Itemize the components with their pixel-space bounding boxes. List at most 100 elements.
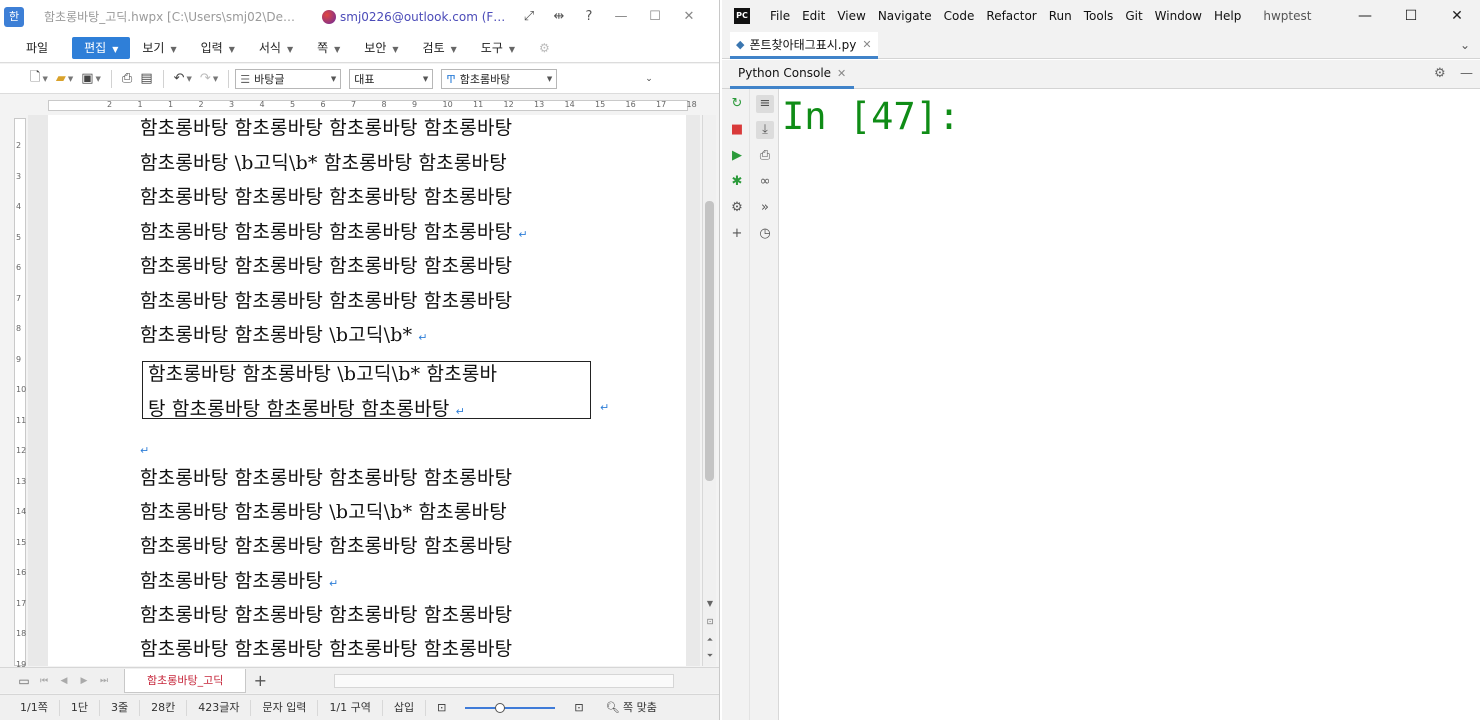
add-tab-icon[interactable]: +: [246, 671, 274, 690]
pycharm-menu-view[interactable]: View: [831, 9, 871, 23]
new-document-icon[interactable]: 🗋 ▼: [26, 67, 52, 91]
horizontal-scrollbar[interactable]: [334, 673, 675, 688]
menu-page[interactable]: 쪽 ▼: [305, 39, 352, 56]
account[interactable]: smj0226@outlook.com (F…: [322, 9, 514, 24]
horizontal-ruler[interactable]: 2 1 1 2 3 4 5 6 7 8 9 10 11 12 13 14 15 16 17 18: [48, 100, 697, 111]
pycharm-menu-git[interactable]: Git: [1119, 9, 1148, 23]
pycharm-menu-navigate[interactable]: Navigate: [872, 9, 938, 23]
debug-bug-icon[interactable]: ✱: [728, 173, 746, 191]
pycharm-menu-window[interactable]: Window: [1149, 9, 1208, 23]
add-console-icon[interactable]: +: [728, 225, 746, 243]
status-line[interactable]: 3줄: [100, 699, 141, 716]
vertical-ruler[interactable]: 2 3 4 5 6 7 8 9 10 11 12 13 14 15 16 17 18 19: [14, 118, 26, 669]
page-view-toggle-icon[interactable]: ⊡: [426, 700, 457, 716]
font-select[interactable]: Ͳ 함초롬바탕 ▼: [441, 68, 558, 89]
redo-icon[interactable]: ↷ ▼: [196, 67, 222, 91]
undo-icon[interactable]: ↶ ▼: [170, 67, 196, 91]
menu-tools[interactable]: 도구 ▼: [469, 39, 527, 56]
close-tab-icon[interactable]: ✕: [862, 38, 871, 51]
document-line[interactable]: 함초롱바탕 함초롱바탕 함초롱바탕 함초롱바탕: [140, 286, 512, 313]
document-line[interactable]: 함초롱바탕 함초롱바탕 함초롱바탕 함초롱바탕: [140, 531, 512, 558]
next-tab-icon[interactable]: ▶: [74, 676, 94, 686]
maximize-icon[interactable]: ☐: [638, 2, 672, 32]
python-console-output[interactable]: In [47]:: [780, 89, 1480, 720]
document-line[interactable]: 함초롱바탕 함초롱바탕 \b고딕\b* ↵: [140, 320, 428, 347]
settings-gear-icon[interactable]: ⚙: [1434, 66, 1446, 81]
fullscreen-icon[interactable]: ⤢: [514, 2, 544, 32]
next-page-icon[interactable]: ⏷: [704, 649, 716, 663]
menu-format[interactable]: 서식 ▼: [247, 39, 305, 56]
minimize-icon[interactable]: —: [604, 2, 638, 32]
print-icon[interactable]: ⎙: [118, 67, 136, 91]
menu-review[interactable]: 검토 ▼: [411, 39, 469, 56]
document-line[interactable]: 함초롱바탕 함초롱바탕 함초롱바탕 함초롱바탕: [140, 463, 512, 490]
execute-icon[interactable]: ▶: [728, 147, 746, 165]
zoom-slider-knob[interactable]: [495, 702, 506, 713]
zoom-slider[interactable]: [465, 702, 556, 713]
python-console-tab[interactable]: Python Console ✕: [730, 60, 855, 89]
tab-list-icon[interactable]: ⌄: [1460, 38, 1470, 52]
pycharm-menu-help[interactable]: Help: [1208, 9, 1247, 23]
pycharm-menu-run[interactable]: Run: [1043, 9, 1078, 23]
page-view-icon[interactable]: ⊡: [704, 615, 716, 629]
file-tab[interactable]: ◆ 폰트찾아태그표시.py ✕: [730, 32, 878, 59]
stop-icon[interactable]: ■: [728, 121, 746, 139]
maximize-icon[interactable]: ☐: [1388, 0, 1434, 32]
minimize-icon[interactable]: —: [1342, 0, 1388, 32]
pycharm-logo-icon[interactable]: PC: [734, 8, 750, 24]
scroll-to-end-icon[interactable]: ⤓: [756, 121, 774, 139]
settings-gear-icon[interactable]: ⚙: [728, 199, 746, 217]
rerun-icon[interactable]: ↻: [728, 95, 746, 113]
document-line[interactable]: 함초롱바탕 함초롱바탕 \b고딕\b* 함초롱바탕: [140, 497, 507, 524]
pycharm-menu-tools[interactable]: Tools: [1078, 9, 1120, 23]
vertical-scrollbar[interactable]: ▼ ⊡ ⏶ ⏷: [702, 115, 716, 666]
document-line[interactable]: 함초롱바탕 함초롱바탕 함초롱바탕 함초롱바탕: [140, 634, 512, 661]
status-section[interactable]: 1/1 구역: [318, 699, 383, 716]
split-view-icon[interactable]: ⇹: [544, 2, 574, 32]
pycharm-menu-refactor[interactable]: Refactor: [980, 9, 1042, 23]
menu-security[interactable]: 보안 ▼: [352, 39, 410, 56]
pycharm-menu-edit[interactable]: Edit: [796, 9, 831, 23]
scroll-down-icon[interactable]: ▼: [704, 597, 716, 611]
empty-paragraph[interactable]: ↵: [140, 437, 149, 459]
console-prompt[interactable]: In [47]:: [782, 95, 960, 138]
document-page[interactable]: 함초롱바탕 함초롱바탕 함초롱바탕 함초롱바탕함초롱바탕 \b고딕\b* 함초롱…: [48, 115, 686, 666]
close-tab-icon[interactable]: ✕: [837, 67, 846, 80]
hwp-logo-icon[interactable]: 한: [4, 6, 24, 27]
zoom-fit-button[interactable]: 🔍︎ 쪽 맞춤: [595, 700, 668, 716]
zoom-page-icon[interactable]: ⊡: [563, 700, 594, 716]
status-char-column[interactable]: 28칸: [140, 699, 188, 716]
menu-file[interactable]: 파일: [14, 39, 60, 56]
expand-toolbar-icon[interactable]: ⌄: [641, 67, 657, 91]
document-line[interactable]: 함초롱바탕 \b고딕\b* 함초롱바탕 함초롱바탕: [140, 148, 507, 175]
prev-tab-icon[interactable]: ◀: [54, 676, 74, 686]
style-select[interactable]: ☰ 바탕글 ▼: [235, 68, 342, 89]
preview-icon[interactable]: ▤: [136, 67, 156, 91]
first-tab-icon[interactable]: ⏮: [34, 676, 54, 686]
ribbon-toggle-icon[interactable]: ⚙: [527, 41, 562, 55]
open-folder-icon[interactable]: ▰ ▼: [52, 67, 77, 91]
pycharm-menu-code[interactable]: Code: [938, 9, 981, 23]
document-line[interactable]: 함초롱바탕 함초롱바탕 \b고딕\b* 함초롱바: [148, 359, 497, 386]
document-line[interactable]: 함초롱바탕 함초롱바탕 함초롱바탕 함초롱바탕: [140, 115, 512, 140]
show-variables-icon[interactable]: ∞: [756, 173, 774, 191]
status-insert-mode[interactable]: 삽입: [383, 699, 427, 716]
execute-selection-icon[interactable]: »: [756, 199, 774, 217]
status-column[interactable]: 1단: [60, 699, 100, 716]
document-line[interactable]: 함초롱바탕 함초롱바탕 ↵: [140, 566, 338, 593]
document-tab[interactable]: 함초롱바탕_고딕: [124, 668, 247, 693]
prev-page-icon[interactable]: ⏶: [704, 633, 716, 647]
sheet-view-icon[interactable]: ▭: [14, 674, 34, 688]
document-line[interactable]: 함초롱바탕 함초롱바탕 함초롱바탕 함초롱바탕: [140, 251, 512, 278]
close-icon[interactable]: ✕: [1434, 0, 1480, 32]
last-tab-icon[interactable]: ⏭: [94, 676, 114, 686]
help-icon[interactable]: ?: [574, 2, 604, 32]
document-line[interactable]: 함초롱바탕 함초롱바탕 함초롱바탕 함초롱바탕 ↵: [140, 217, 528, 244]
pycharm-menu-file[interactable]: File: [764, 9, 796, 23]
close-icon[interactable]: ✕: [672, 2, 706, 32]
menu-insert[interactable]: 입력 ▼: [189, 39, 247, 56]
save-icon[interactable]: ▣ ▼: [77, 67, 105, 91]
document-line[interactable]: 함초롱바탕 함초롱바탕 함초롱바탕 함초롱바탕: [140, 182, 512, 209]
print-icon[interactable]: ⎙: [756, 147, 774, 165]
menu-view[interactable]: 보기 ▼: [130, 39, 188, 56]
